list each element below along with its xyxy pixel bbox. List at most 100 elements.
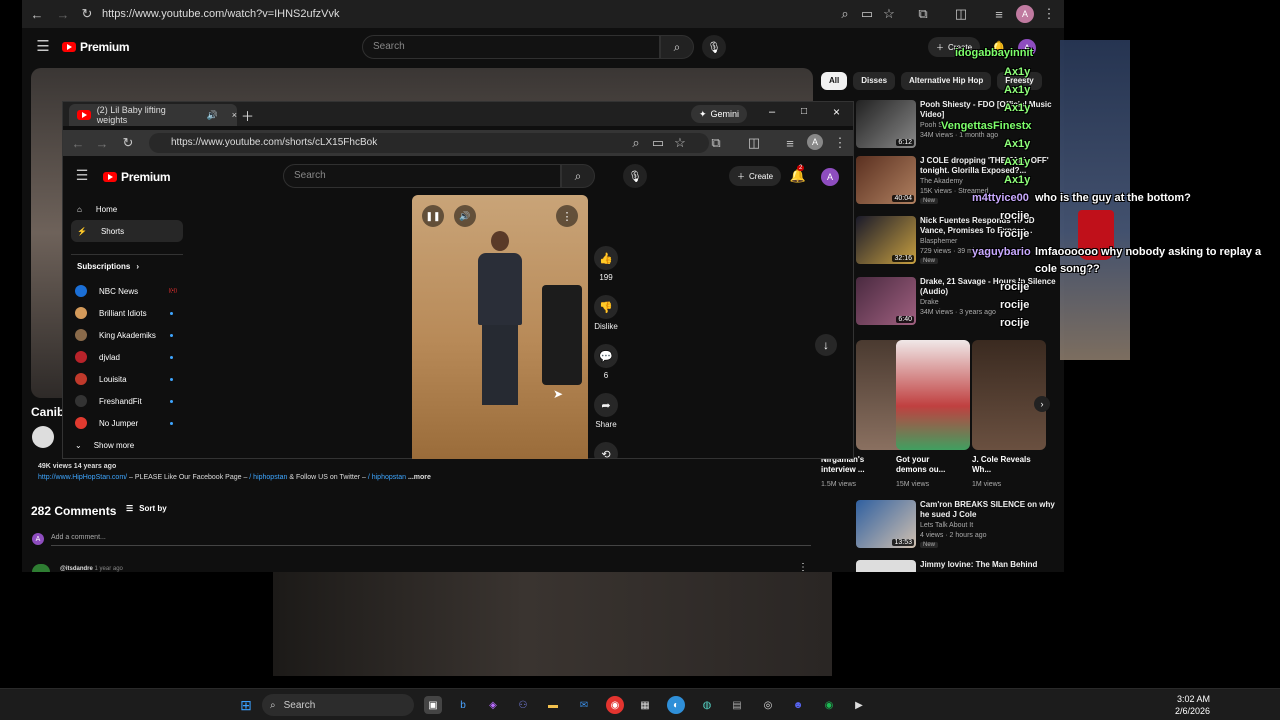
sidebar-sub-freshandfit[interactable]: FreshandFit [75,392,179,410]
yt-avatar[interactable]: A [821,168,839,186]
cast-icon[interactable]: ▭ [856,3,878,25]
recommended-video[interactable]: Jimmy Iovine: The Man Behind [856,560,1061,572]
recommended-video[interactable]: 6:40 Drake, 21 Savage - Hours In Silence… [856,277,1061,333]
pause-icon[interactable]: ❚❚ [422,205,444,227]
file-explorer-icon[interactable]: ▬ [544,696,562,714]
star-icon[interactable]: ☆ [878,3,900,25]
hamburger-icon[interactable]: ☰ [71,164,93,186]
hamburger-icon[interactable]: ☰ [32,35,54,57]
store-icon[interactable]: ▦ [636,696,654,714]
star-icon[interactable]: ☆ [669,132,691,154]
like-button[interactable]: 👍 199 [591,246,621,282]
zoom-icon[interactable]: ⌕ [834,3,856,25]
short-thumbnail[interactable] [972,340,1046,450]
share-button[interactable]: ➦ Share [591,393,621,429]
extensions-icon[interactable]: ⧉ [705,132,727,154]
taskbar-search[interactable]: ⌕ Search [262,694,414,716]
maximize-icon[interactable]: □ [801,106,807,117]
create-button[interactable]: ＋ Create [729,166,782,186]
sort-button[interactable]: ☰ Sort by [126,504,167,513]
copilot-icon[interactable]: ◈ [484,696,502,714]
system-clock[interactable]: 3:02 AM 2/6/2026 [1160,693,1210,717]
outlook-icon[interactable]: ✉ [575,696,593,714]
search-input[interactable]: Search [362,35,660,59]
reload-icon[interactable]: ↻ [76,3,98,25]
sidebar-sub-no-jumper[interactable]: No Jumper [75,414,179,432]
task-view-icon[interactable]: ▣ [424,696,442,714]
shorts-player[interactable]: ❚❚ 🔊 ⋮ [412,195,588,459]
comment-username[interactable]: @itsdandre [60,566,93,572]
menu-icon[interactable]: ⋮ [1038,3,1060,25]
bing-icon[interactable]: b [454,696,472,714]
media-player-icon[interactable]: ▶ [850,696,868,714]
chrome-icon[interactable]: ◉ [606,696,624,714]
chevron-right-icon[interactable]: › [1034,396,1050,412]
volume-icon[interactable]: 🔊 [454,205,476,227]
next-short-arrow-icon[interactable]: ↓ [815,334,837,356]
facebook-handle[interactable]: / hiphopstan [247,474,287,481]
teams-icon[interactable]: ⚇ [514,696,532,714]
mic-icon[interactable]: 🎙 [623,164,647,188]
chip-all[interactable]: All [821,72,848,90]
description-link[interactable]: http://www.HipHopStan.com/ [38,474,127,481]
active-tab[interactable]: (2) Lil Baby lifting weights 🔊 × [69,104,237,126]
new-tab-icon[interactable]: ＋ [241,106,254,125]
extensions-icon[interactable]: ⧉ [912,3,934,25]
twitter-handle[interactable]: / hiphopstan [368,474,406,481]
sidebar-item-home[interactable]: ⌂ Home [71,198,183,220]
sidebar-sub-king-akademiks[interactable]: King Akademiks [75,326,179,344]
discord-icon[interactable]: ☻ [789,696,807,714]
tab-close-icon[interactable]: × [232,110,237,120]
windows-start-icon[interactable]: ⊞ [237,696,255,714]
subscriptions-heading[interactable]: Subscriptions › [77,262,139,271]
chip-disses[interactable]: Disses [853,72,896,90]
sidepanel-icon[interactable]: ◫ [743,132,765,154]
youtube-logo[interactable]: Premium [62,40,130,54]
forward-arrow-icon[interactable]: → [52,3,74,25]
chip-alt-hiphop[interactable]: Alternative Hip Hop [901,72,992,90]
forward-arrow-icon[interactable]: → [91,132,113,154]
dislike-button[interactable]: 👎 Dislike [591,295,621,331]
speaker-icon[interactable]: 🔊 [207,110,218,121]
more-options-icon[interactable]: ⋮ [556,205,578,227]
mic-icon[interactable]: 🎙 [702,35,726,59]
search-input[interactable]: Search [283,164,561,188]
zoom-icon[interactable]: ⌕ [625,132,647,154]
sidebar-sub-louisita[interactable]: Louisita [75,370,179,388]
profile-avatar[interactable]: A [807,134,823,150]
sidebar-sub-brilliant-idiots[interactable]: Brilliant Idiots [75,304,179,322]
gemini-button[interactable]: ✦ Gemini [691,105,748,123]
short-thumbnail[interactable] [896,340,970,450]
recommended-video[interactable]: 13:53 Cam'ron BREAKS SILENCE on why he s… [856,500,1061,556]
calculator-icon[interactable]: ▤ [728,696,746,714]
sidebar-sub-nbc-news[interactable]: NBC News ((•)) [75,282,179,300]
channel-avatar[interactable] [32,426,54,448]
sidebar-item-shorts[interactable]: ⚡ Shorts [71,220,183,242]
menu-icon[interactable]: ⋮ [829,132,851,154]
window-close-icon[interactable]: × [833,105,840,119]
edge-icon[interactable]: ◐ [667,696,685,714]
show-more-button[interactable]: ⌄ Show more [75,436,179,454]
profile-avatar[interactable]: A [1016,5,1034,23]
app-icon[interactable]: ◍ [698,696,716,714]
remix-button[interactable]: ⟲ [591,442,621,458]
search-icon[interactable]: ⌕ [660,35,694,59]
media-icon[interactable]: ≡ [779,132,801,154]
address-bar[interactable]: https://www.youtube.com/watch?v=IHNS2ufz… [102,4,922,24]
recommended-video[interactable]: 32:16 Nick Fuentes Responds To JD Vance,… [856,216,1061,272]
obs-icon[interactable]: ◎ [759,696,777,714]
comments-button[interactable]: 💬 6 [591,344,621,380]
media-icon[interactable]: ≡ [988,3,1010,25]
more-link[interactable]: ...more [406,474,431,481]
youtube-logo[interactable]: Premium [103,170,171,184]
minimize-icon[interactable]: – [769,106,775,118]
cast-icon[interactable]: ▭ [647,132,669,154]
reload-icon[interactable]: ↻ [117,132,139,154]
sidebar-sub-djvlad[interactable]: djvlad [75,348,179,366]
search-icon[interactable]: ⌕ [561,164,595,188]
back-arrow-icon[interactable]: ← [67,132,89,154]
back-arrow-icon[interactable]: ← [26,3,48,25]
add-comment-input[interactable]: Add a comment... [51,534,811,546]
sidepanel-icon[interactable]: ◫ [950,3,972,25]
spotify-icon[interactable]: ◉ [820,696,838,714]
